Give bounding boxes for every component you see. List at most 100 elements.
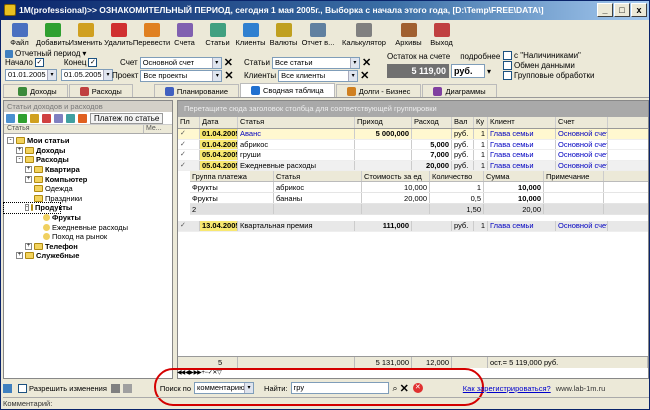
- register-link[interactable]: Как зарегистрироваться?: [463, 384, 551, 393]
- detail-row[interactable]: Фрукты бананы 20,000 0,5 10,000: [190, 193, 648, 204]
- detail-col-header[interactable]: Сумма: [484, 171, 544, 181]
- toolbar-edit-button[interactable]: Изменить: [69, 21, 102, 47]
- toolbar-folder-button[interactable]: Файл: [3, 21, 36, 47]
- start-checkbox[interactable]: ✓: [34, 58, 44, 67]
- detail-row[interactable]: Фрукты абрикос 10,000 1 10,000: [190, 182, 648, 193]
- toolbar-exit-button[interactable]: Выход: [425, 21, 458, 47]
- grid-col-header[interactable]: Пл: [178, 117, 200, 128]
- expand-icon[interactable]: +: [16, 146, 23, 154]
- grid-col-header[interactable]: Клиент: [488, 117, 556, 128]
- print-icon[interactable]: [110, 383, 120, 393]
- tab-debts[interactable]: Долги - Бизнес: [335, 84, 422, 97]
- expand-icon[interactable]: +: [25, 166, 32, 174]
- article-col-header[interactable]: Статья: [4, 125, 144, 133]
- table-row[interactable]: ✓ 01.04.2005 абрикос 5,000 руб. 1 Глава семьи О…: [178, 139, 648, 150]
- tree-item[interactable]: Поход на рынок: [4, 232, 172, 242]
- stop-icon[interactable]: ✕: [412, 383, 423, 393]
- binoculars-icon[interactable]: ⌕: [393, 383, 398, 394]
- cash-checkbox[interactable]: [503, 51, 512, 60]
- find-input[interactable]: гру: [290, 382, 389, 394]
- detail-col-header[interactable]: Примечание: [544, 171, 604, 181]
- table-row[interactable]: ✓ 05.04.2005 груши 7,000 руб. 1 Глава семьи Осн…: [178, 150, 648, 161]
- group-checkbox[interactable]: [503, 71, 512, 80]
- collapse-icon[interactable]: -: [16, 156, 23, 164]
- tab-charts[interactable]: Диаграммы: [422, 84, 497, 97]
- tree-item[interactable]: Ежедневные расходы: [4, 222, 172, 232]
- tab-income[interactable]: Доходы: [3, 84, 68, 97]
- currency-dropdown-icon[interactable]: ▾: [487, 67, 491, 76]
- toolbar-accounts-button[interactable]: Счета: [168, 21, 201, 47]
- filter-icon[interactable]: [78, 113, 87, 123]
- tree-item[interactable]: + Служебные: [4, 251, 172, 261]
- articles-clear-icon[interactable]: ✕: [362, 56, 371, 69]
- toolbar-calculator-button[interactable]: Калькулятор: [336, 21, 392, 47]
- grid-col-header[interactable]: Приход: [355, 117, 412, 128]
- clients-clear-icon[interactable]: ✕: [360, 69, 369, 82]
- project-select[interactable]: Все проекты ▾: [140, 69, 223, 82]
- toolbar-delete-button[interactable]: Удалить: [102, 21, 135, 47]
- tree-item[interactable]: + Компьютер: [4, 174, 172, 184]
- grid-col-header[interactable]: Счет: [556, 117, 608, 128]
- detail-link[interactable]: подробнее: [460, 52, 500, 61]
- me-col-header[interactable]: Ме...: [144, 125, 172, 133]
- payment-by-article-button[interactable]: Платеж по статье: [90, 112, 164, 124]
- tab-pivot[interactable]: Сводная таблица: [240, 83, 335, 97]
- collapse-icon[interactable]: -: [25, 204, 29, 212]
- tree-item[interactable]: + Телефон: [4, 242, 172, 252]
- clear-search-icon[interactable]: ✕: [400, 382, 409, 395]
- grid-col-header[interactable]: Дата: [200, 117, 238, 128]
- grid-col-header[interactable]: Ку: [474, 117, 488, 128]
- toolbar-clients-button[interactable]: Клиенты: [234, 21, 267, 47]
- toolbar-articles-button[interactable]: Статьи: [201, 21, 234, 47]
- end-date-input[interactable]: 01.05.2005 ▾: [61, 69, 113, 81]
- detail-col-header[interactable]: Статья: [274, 171, 362, 181]
- export-icon[interactable]: [122, 383, 132, 393]
- maximize-button[interactable]: □: [614, 3, 630, 17]
- exchange-checkbox[interactable]: [503, 61, 512, 70]
- toolbar-transfer-button[interactable]: Перевести: [133, 21, 170, 47]
- tree-item[interactable]: + Квартира: [4, 165, 172, 175]
- expand-icon[interactable]: +: [25, 175, 32, 183]
- project-clear-icon[interactable]: ✕: [224, 69, 233, 82]
- toolbar-report-button[interactable]: Отчет в...: [300, 21, 336, 47]
- toolbar-add-button[interactable]: Добавить: [36, 21, 69, 47]
- delete-article-icon[interactable]: [42, 113, 51, 123]
- expand-icon[interactable]: +: [16, 252, 23, 260]
- end-checkbox[interactable]: ✓: [88, 58, 98, 67]
- grid-col-header[interactable]: Вал: [452, 117, 474, 128]
- toolbar-currency-button[interactable]: Валюты: [267, 21, 300, 47]
- collapse-icon[interactable]: -: [7, 137, 14, 145]
- clients-select[interactable]: Все клиенты ▾: [278, 69, 359, 82]
- expand-icon[interactable]: [66, 113, 75, 123]
- allow-edit-checkbox[interactable]: [18, 383, 27, 393]
- table-row[interactable]: ✓ 01.04.2005 Аванс 5 000,000 руб. 1 Глава семь…: [178, 129, 648, 140]
- tree-item[interactable]: - Продукты: [3, 202, 72, 214]
- period-dropdown-icon[interactable]: ▾: [82, 49, 86, 58]
- detail-col-header[interactable]: Стоимость за ед: [362, 171, 430, 181]
- edit-article-icon[interactable]: [30, 113, 39, 123]
- articles-select[interactable]: Все статьи ▾: [271, 56, 360, 69]
- tree-item[interactable]: - Мои статьи: [4, 136, 172, 146]
- tree-item[interactable]: - Расходы: [4, 155, 172, 165]
- tree-item[interactable]: + Доходы: [4, 146, 172, 156]
- add-article-icon[interactable]: [18, 113, 27, 123]
- tab-expense[interactable]: Расходы: [68, 84, 133, 97]
- table-row[interactable]: ✓ 05.04.2005 Ежедневные расходы 20,000 руб. 1…: [178, 160, 648, 171]
- close-button[interactable]: x: [631, 3, 647, 17]
- toolbar-archive-button[interactable]: Архивы: [392, 21, 425, 47]
- detail-col-header[interactable]: Группа платежа: [190, 171, 274, 181]
- tree-item[interactable]: Праздники: [4, 194, 172, 204]
- tree-item[interactable]: Фрукты: [4, 213, 172, 223]
- search-field-select[interactable]: комментарию ▾: [194, 382, 255, 394]
- expand-icon[interactable]: +: [25, 242, 32, 250]
- group-by-area[interactable]: Перетащите сюда заголовок столбца для со…: [178, 101, 648, 117]
- tree-item[interactable]: Одежда: [4, 184, 172, 194]
- tree-toggle-icon[interactable]: [3, 383, 12, 393]
- minimize-button[interactable]: _: [597, 3, 613, 17]
- tab-planning[interactable]: Планирование: [153, 84, 240, 97]
- refresh-icon[interactable]: [6, 113, 15, 123]
- move-article-icon[interactable]: [54, 113, 63, 123]
- table-row[interactable]: ✓ 13.04.2005 Квартальная премия 111,000 руб.…: [178, 221, 648, 232]
- account-select[interactable]: Основной счет ▾: [139, 56, 222, 69]
- grid-col-header[interactable]: Статья: [238, 117, 355, 128]
